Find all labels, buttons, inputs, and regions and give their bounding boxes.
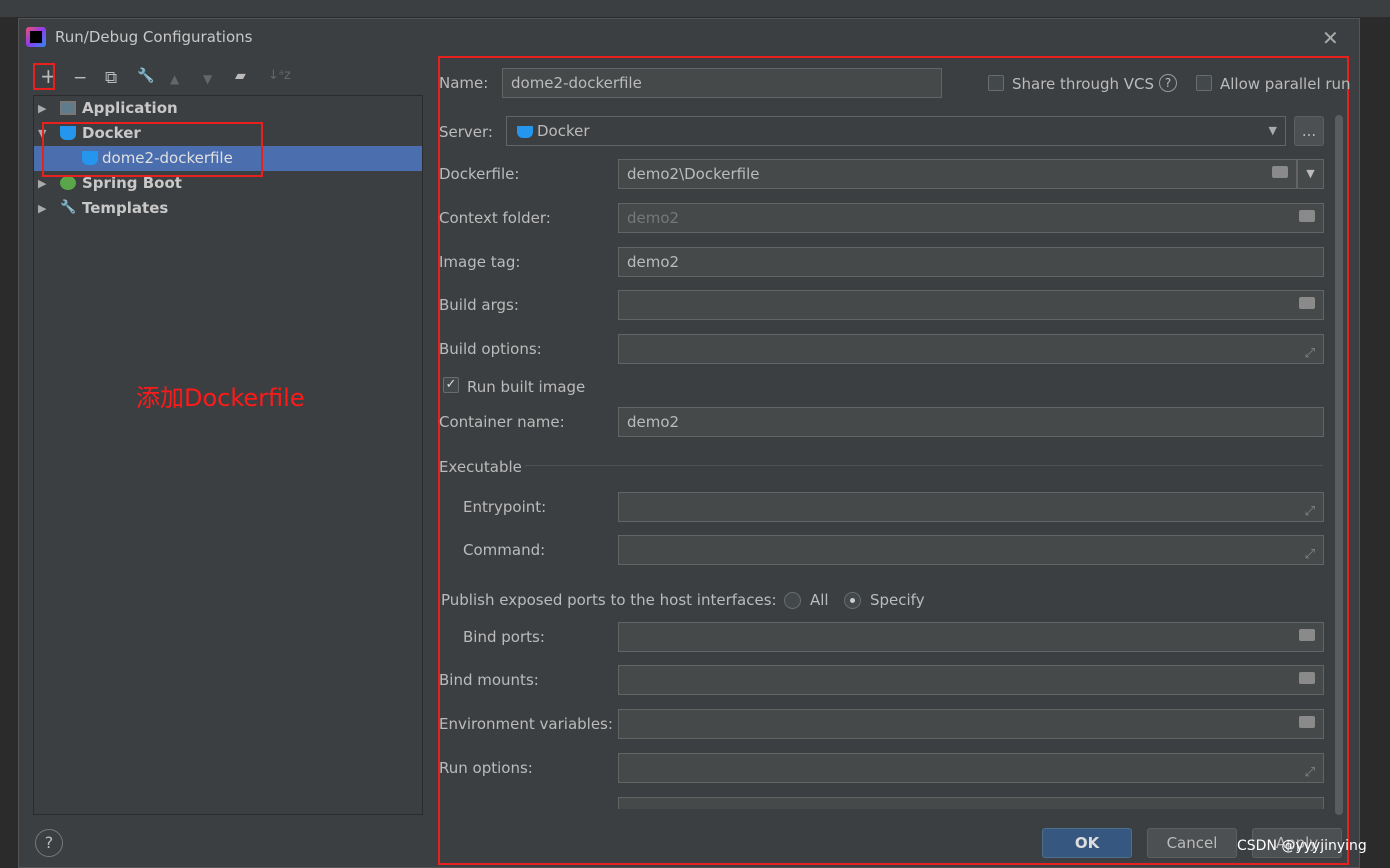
bind-mounts-input[interactable] <box>618 665 1324 695</box>
server-label: Server: <box>439 123 493 141</box>
ide-background-toolbar <box>0 0 1390 18</box>
share-vcs-label: Share through VCS <box>1012 75 1155 93</box>
move-down-button[interactable]: ▼ <box>203 72 212 86</box>
name-label: Name: <box>439 74 489 92</box>
build-args-input[interactable] <box>618 290 1324 320</box>
folder-icon[interactable] <box>1299 629 1315 641</box>
dialog-title: Run/Debug Configurations <box>55 28 253 46</box>
tree-node-application[interactable]: ▶ Application <box>34 96 422 121</box>
dockerfile-dropdown-chevron-icon[interactable]: ▼ <box>1297 159 1324 189</box>
executable-section-label: Executable <box>439 458 522 476</box>
run-built-image-checkbox[interactable]: ✓ <box>443 377 459 393</box>
image-tag-label: Image tag: <box>439 253 521 271</box>
publish-ports-label: Publish exposed ports to the host interf… <box>441 591 777 609</box>
docker-icon <box>517 126 533 138</box>
allow-parallel-checkbox[interactable] <box>1196 75 1212 91</box>
build-options-input[interactable]: ⤢ <box>618 334 1324 364</box>
watermark-text: CSDN @yyyjinying <box>1237 838 1367 854</box>
dockerfile-label: Dockerfile: <box>439 165 520 183</box>
help-icon[interactable]: ? <box>1159 74 1177 92</box>
run-built-image-label: Run built image <box>467 378 586 396</box>
help-button[interactable]: ? <box>35 829 63 857</box>
expand-icon[interactable]: ⤢ <box>1305 340 1315 368</box>
build-options-label: Build options: <box>439 340 542 358</box>
move-up-button[interactable]: ▲ <box>170 72 179 86</box>
share-vcs-checkbox[interactable] <box>988 75 1004 91</box>
folder-icon[interactable] <box>1299 716 1315 728</box>
ports-all-label: All <box>810 591 829 609</box>
container-name-label: Container name: <box>439 413 565 431</box>
folder-icon[interactable] <box>1299 297 1315 309</box>
tree-node-label: Application <box>82 99 178 117</box>
ports-specify-label: Specify <box>870 591 925 609</box>
tree-node-templates[interactable]: ▶ 🔧 Templates <box>34 196 422 221</box>
edit-defaults-wrench-icon[interactable]: 🔧 <box>137 68 154 84</box>
annotation-text: 添加Dockerfile <box>136 384 305 412</box>
run-options-label: Run options: <box>439 759 533 777</box>
ok-button[interactable]: OK <box>1042 828 1132 858</box>
allow-parallel-label: Allow parallel run <box>1220 75 1351 93</box>
wrench-icon: 🔧 <box>60 200 77 215</box>
context-folder-value: demo2 <box>627 209 680 227</box>
expand-icon[interactable]: ⤢ <box>1305 759 1315 787</box>
ports-all-radio[interactable] <box>784 592 801 609</box>
chevron-down-icon: ▼ <box>1268 124 1277 137</box>
form-scrollbar[interactable] <box>1335 115 1343 815</box>
folder-icon[interactable] <box>1299 210 1315 222</box>
section-divider <box>525 465 1323 466</box>
server-value: Docker <box>537 122 590 140</box>
entrypoint-input[interactable]: ⤢ <box>618 492 1324 522</box>
clipped-field <box>618 797 1324 809</box>
entrypoint-label: Entrypoint: <box>463 498 547 516</box>
ide-background-editor <box>1360 18 1390 868</box>
configuration-tree: ▶ Application ▼ Docker dome2-dockerfile ▶ S… <box>33 95 423 815</box>
environment-variables-input[interactable] <box>618 709 1324 739</box>
server-more-button[interactable]: ... <box>1294 116 1324 146</box>
folder-icon[interactable] <box>1299 672 1315 684</box>
application-icon <box>60 101 76 115</box>
environment-variables-label: Environment variables: <box>439 715 613 733</box>
remove-configuration-button[interactable]: − <box>73 68 87 88</box>
bind-ports-label: Bind ports: <box>463 628 545 646</box>
close-icon[interactable]: ✕ <box>1322 26 1339 50</box>
spring-boot-icon <box>60 176 76 190</box>
bind-ports-input[interactable] <box>618 622 1324 652</box>
expand-icon[interactable]: ⤢ <box>1305 541 1315 569</box>
expand-icon[interactable]: ⤢ <box>1305 498 1315 526</box>
command-label: Command: <box>463 541 546 559</box>
run-options-input[interactable]: ⤢ <box>618 753 1324 783</box>
container-name-input[interactable]: demo2 <box>618 407 1324 437</box>
intellij-logo-icon <box>26 27 46 47</box>
expand-arrow-icon: ▶ <box>38 202 47 215</box>
copy-configuration-button[interactable]: ⧉ <box>105 68 117 88</box>
bind-mounts-label: Bind mounts: <box>439 671 539 689</box>
image-tag-input[interactable]: demo2 <box>618 247 1324 277</box>
name-input[interactable]: dome2-dockerfile <box>502 68 942 98</box>
dockerfile-value: demo2\Dockerfile <box>627 165 760 183</box>
cancel-button[interactable]: Cancel <box>1147 828 1237 858</box>
new-folder-icon[interactable]: ▰ <box>235 68 246 84</box>
server-select[interactable]: Docker ▼ <box>506 116 1286 146</box>
dockerfile-input[interactable]: demo2\Dockerfile <box>618 159 1297 189</box>
expand-arrow-icon: ▶ <box>38 102 47 115</box>
ports-specify-radio[interactable] <box>844 592 861 609</box>
sort-icon[interactable]: ↓ᵃz <box>268 68 291 83</box>
command-input[interactable]: ⤢ <box>618 535 1324 565</box>
context-folder-input[interactable]: demo2 <box>618 203 1324 233</box>
folder-icon[interactable] <box>1272 166 1288 178</box>
build-args-label: Build args: <box>439 296 519 314</box>
highlight-box <box>42 122 263 177</box>
highlight-box <box>33 63 55 90</box>
context-folder-label: Context folder: <box>439 209 551 227</box>
tree-node-label: Templates <box>82 199 169 217</box>
